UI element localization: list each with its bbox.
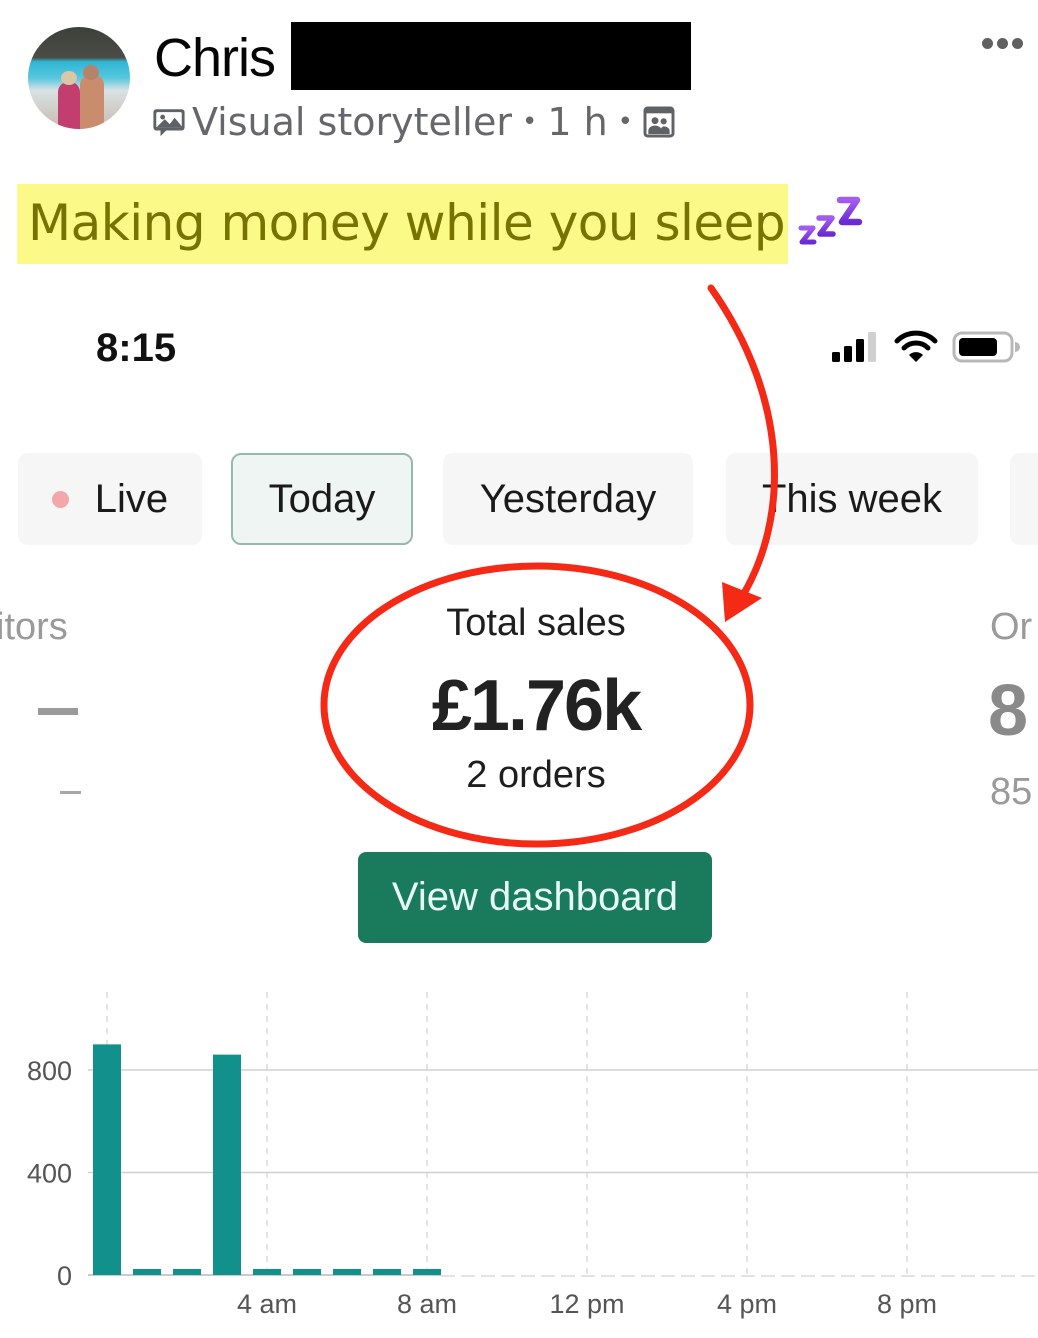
- wifi-icon: [894, 330, 938, 364]
- chart-bar: [293, 1269, 321, 1275]
- status-bar-icons: [830, 330, 1020, 364]
- author-avatar[interactable]: [28, 27, 130, 129]
- more-dot: [1012, 38, 1023, 49]
- avatar-photo-person: [58, 82, 80, 129]
- x-tick-label: 4 am: [237, 1289, 297, 1319]
- post-meta: Visual storyteller • 1 h •: [152, 98, 675, 146]
- meta-separator: •: [617, 107, 634, 137]
- chart-bar: [373, 1269, 401, 1275]
- y-tick-label: 0: [57, 1261, 72, 1291]
- total-sales-value: £1.76k: [431, 666, 642, 746]
- cellular-signal-icon: [830, 330, 880, 364]
- redacted-surname-bar: [291, 22, 691, 90]
- visitors-value-dash: [38, 708, 78, 715]
- x-tick-label: 8 pm: [877, 1289, 937, 1319]
- live-dot-icon: [51, 490, 69, 508]
- post-caption: Making money while you sleep: [28, 194, 786, 252]
- tab-label: Live: [94, 476, 169, 521]
- visitors-label: itors: [0, 606, 68, 648]
- tab-label: Yesterday: [479, 476, 657, 521]
- orders-value: 8: [988, 671, 1028, 751]
- chart-bar: [173, 1269, 201, 1275]
- avatar-photo-person: [61, 71, 77, 85]
- zzz-sleep-icon: [797, 192, 867, 256]
- status-bar-time: 8:15: [96, 326, 177, 370]
- tab-today[interactable]: Today: [231, 453, 413, 545]
- more-dot: [997, 38, 1008, 49]
- annotation-arrow-shaft: [707, 284, 778, 604]
- total-sales-label: Total sales: [446, 602, 626, 644]
- orders-count: 2 orders: [466, 754, 606, 796]
- tab-yesterday[interactable]: Yesterday: [443, 453, 693, 545]
- author-badge[interactable]: Visual storyteller: [192, 100, 512, 144]
- chart-bar: [133, 1269, 161, 1275]
- total-sales-metric[interactable]: Total sales £1.76k 2 orders: [336, 600, 736, 798]
- tab-label: This week: [761, 476, 943, 521]
- x-tick-label: 4 pm: [717, 1289, 777, 1319]
- post-timestamp[interactable]: 1 h: [547, 100, 607, 144]
- tab-label: Today: [268, 476, 376, 521]
- chart-bar: [413, 1269, 441, 1275]
- group-audience-icon[interactable]: [643, 106, 675, 138]
- meta-separator: •: [521, 107, 538, 137]
- x-tick-label: 8 am: [397, 1289, 457, 1319]
- orders-label: Or: [990, 606, 1033, 648]
- y-tick-label: 400: [27, 1159, 72, 1189]
- orders-sub: 85: [990, 771, 1033, 813]
- chart-bar: [213, 1054, 241, 1275]
- chart-bar: [253, 1269, 281, 1275]
- tab-this-week[interactable]: This week: [726, 453, 978, 545]
- avatar-photo-person: [80, 75, 104, 129]
- tab-next-partial[interactable]: [1010, 453, 1038, 545]
- view-dashboard-button[interactable]: View dashboard: [358, 852, 712, 943]
- battery-icon: [952, 330, 1020, 364]
- sales-by-hour-chart: 0 400 800 4 am 8 am 12 pm 4 pm 8 pm: [27, 992, 1038, 1319]
- visual-storyteller-icon: [152, 105, 186, 139]
- chart-bar: [333, 1269, 361, 1275]
- chart-bar: [93, 1044, 121, 1275]
- more-options-icon[interactable]: [982, 38, 1023, 49]
- tab-live[interactable]: Live: [18, 453, 202, 545]
- more-dot: [982, 38, 993, 49]
- y-tick-label: 800: [27, 1056, 72, 1086]
- avatar-photo-person: [83, 65, 99, 80]
- x-tick-label: 12 pm: [549, 1289, 624, 1319]
- visitors-sub-dash: [60, 791, 81, 794]
- author-name[interactable]: Chris: [154, 28, 276, 88]
